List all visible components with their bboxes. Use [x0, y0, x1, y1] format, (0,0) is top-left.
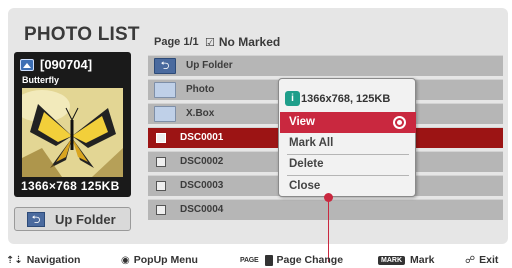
preview-name: Butterfly	[22, 75, 60, 85]
up-arrow-icon: ⮌	[27, 211, 45, 227]
mark-checkbox[interactable]	[156, 181, 166, 191]
selected-radio-icon	[393, 116, 406, 129]
page-key-icon: PAGE	[240, 256, 259, 264]
preview-thumbnail	[14, 88, 123, 177]
popup-item-label: View	[289, 116, 315, 128]
folder-icon	[154, 82, 176, 98]
popup-menu: i 1366x768, 125KB View Mark All Delete C…	[278, 78, 416, 197]
up-folder-label: Up Folder	[55, 211, 116, 227]
marked-label: No Marked	[218, 35, 281, 49]
popup-item-mark-all[interactable]: Mark All	[280, 133, 416, 154]
up-folder-icon: ⮌	[154, 58, 176, 74]
mark-checkbox[interactable]	[156, 133, 166, 143]
list-item-label: X.Box	[186, 108, 215, 119]
marked-checkbox-icon: ☑	[205, 36, 215, 49]
popup-info-text: 1366x768, 125KB	[301, 92, 391, 105]
key-guide-footer: ⇡⇣ Navigation ◉ PopUp Menu PAGE Page Cha…	[0, 250, 512, 268]
popup-item-close[interactable]: Close	[280, 176, 416, 197]
mark-key-icon: MARK	[378, 255, 405, 265]
popup-info: i 1366x768, 125KB	[285, 91, 390, 106]
photo-icon	[20, 58, 34, 71]
up-folder-button[interactable]: ⮌ Up Folder	[14, 207, 131, 231]
exit-icon: ☍	[465, 254, 476, 266]
list-item-label: DSC0004	[180, 204, 224, 215]
popup-item-delete[interactable]: Delete	[280, 154, 416, 175]
footer-mark-label: Mark	[410, 254, 435, 266]
preview-resolution: 1366×768 125KB	[21, 179, 120, 193]
popup-item-view[interactable]: View	[280, 112, 416, 133]
list-item-label: Up Folder	[186, 60, 233, 71]
page-updown-icon	[264, 254, 273, 266]
footer-exit: ☍ Exit	[465, 254, 498, 266]
butterfly-image	[14, 88, 123, 177]
preview-date: [090704]	[40, 57, 93, 72]
footer-navigation-label: Navigation	[26, 254, 81, 266]
folder-icon	[154, 106, 176, 122]
mark-checkbox[interactable]	[156, 157, 166, 167]
list-item-label: DSC0001	[180, 132, 224, 143]
popup-item-label: Delete	[289, 158, 324, 170]
mark-checkbox[interactable]	[156, 205, 166, 215]
info-icon: i	[285, 91, 300, 106]
list-item-label: DSC0003	[180, 180, 224, 191]
footer-page-change: PAGE Page Change	[240, 254, 343, 266]
list-item-label: DSC0002	[180, 156, 224, 167]
footer-navigation: ⇡⇣ Navigation	[6, 254, 80, 266]
ok-button-icon: ◉	[121, 254, 130, 266]
popup-item-label: Close	[289, 180, 321, 192]
footer-page-change-label: Page Change	[276, 254, 344, 266]
footer-mark: MARK Mark	[378, 254, 435, 266]
navigation-icon: ⇡⇣	[6, 254, 23, 266]
footer-popup-menu-label: PopUp Menu	[133, 254, 198, 266]
marked-status: ☑ No Marked	[205, 35, 280, 49]
footer-exit-label: Exit	[479, 254, 499, 266]
list-item-dsc0004[interactable]: DSC0004	[148, 199, 503, 220]
popup-item-label: Mark All	[289, 137, 334, 149]
preview-header: [090704]	[20, 57, 92, 72]
list-item-label: Photo	[186, 84, 215, 95]
footer-popup-menu: ◉ PopUp Menu	[121, 254, 198, 266]
photo-preview: [090704] Butterfly 1366×768 125KB	[14, 52, 131, 197]
page-title: PHOTO LIST	[24, 24, 140, 45]
page-indicator: Page 1/1	[154, 36, 199, 48]
list-item-up-folder[interactable]: ⮌ Up Folder	[148, 55, 503, 76]
